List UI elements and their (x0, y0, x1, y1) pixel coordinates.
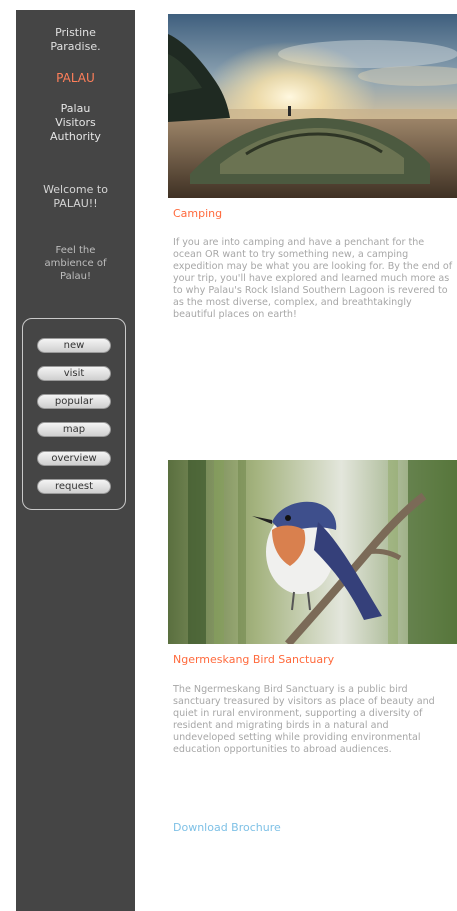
page: Pristine Paradise. PALAU Palau Visitors … (0, 0, 457, 911)
welcome-line: Welcome to (43, 183, 108, 196)
organization-line: Visitors (55, 116, 96, 129)
nav-request-button[interactable]: request (37, 479, 111, 494)
nav-new-button[interactable]: new (37, 338, 111, 353)
tagline: Pristine Paradise. (16, 26, 135, 54)
feel-line: Palau! (60, 271, 91, 282)
nav-popular-button[interactable]: popular (37, 394, 111, 409)
nav-overview-button[interactable]: overview (37, 451, 111, 466)
welcome-line: PALAU!! (53, 197, 98, 210)
camping-title: Camping (173, 207, 223, 220)
organization-name: Palau Visitors Authority (16, 102, 135, 144)
nav-visit-button[interactable]: visit (37, 366, 111, 381)
organization-line: Authority (50, 130, 101, 143)
bird-sanctuary-title: Ngermeskang Bird Sanctuary (173, 653, 335, 666)
camping-description: If you are into camping and have a pench… (173, 237, 453, 320)
nav-menu: new visit popular map overview request (22, 318, 126, 510)
sidebar: Pristine Paradise. PALAU Palau Visitors … (16, 10, 135, 911)
welcome-text: Welcome to PALAU!! (16, 183, 135, 211)
tagline-line: Paradise. (50, 40, 101, 53)
nav-map-button[interactable]: map (37, 422, 111, 437)
bird-photo (168, 460, 457, 644)
download-brochure-link[interactable]: Download Brochure (173, 821, 281, 834)
bird-sanctuary-description: The Ngermeskang Bird Sanctuary is a publ… (173, 684, 435, 755)
brand-title: PALAU (56, 71, 95, 85)
camping-photo (168, 14, 457, 198)
tagline-line: Pristine (55, 26, 96, 39)
feel-text: Feel the ambience of Palau! (16, 244, 135, 283)
camping-image (168, 14, 457, 198)
feel-line: Feel the (55, 245, 96, 256)
feel-line: ambience of (44, 258, 107, 269)
organization-line: Palau (60, 102, 91, 115)
bird-image (168, 460, 457, 644)
